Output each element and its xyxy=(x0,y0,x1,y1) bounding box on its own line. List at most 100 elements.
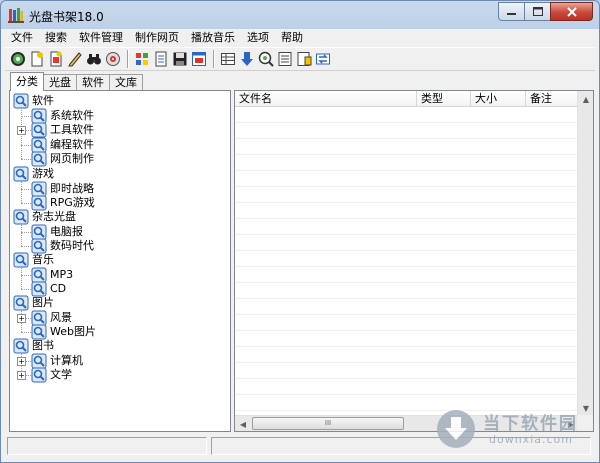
toolbar-save-button[interactable] xyxy=(171,50,189,68)
tree-node-books-0[interactable]: + 计算机 xyxy=(10,353,220,369)
tree-node-music[interactable]: 音乐 xyxy=(10,252,220,268)
maximize-button[interactable] xyxy=(524,2,550,21)
tree-node-label: 杂志光盘 xyxy=(32,210,76,223)
tree-node-magazines-0[interactable]: 电脑报 xyxy=(10,224,220,240)
watermark-url: downxia.com xyxy=(489,433,573,446)
tree-node-label: RPG游戏 xyxy=(50,196,95,210)
tree-node-books-1[interactable]: + 文学 xyxy=(10,367,220,383)
tree-node-label: MP3 xyxy=(50,267,74,281)
toolbar-cd-button[interactable] xyxy=(9,50,27,68)
tree-node-label: 图片 xyxy=(32,296,54,309)
bookshelf-app-icon xyxy=(8,8,24,23)
tree-node-label: 软件 xyxy=(32,94,54,107)
tree-node-software-3[interactable]: 网页制作 xyxy=(10,151,220,167)
tab-disc[interactable]: 光盘 xyxy=(43,74,77,91)
toolbar xyxy=(5,47,595,71)
watermark: 当下软件园 downxia.com xyxy=(433,406,593,452)
window-title: 光盘书架18.0 xyxy=(29,10,104,24)
tab-software[interactable]: 软件 xyxy=(76,74,110,91)
expand-plus-icon[interactable]: + xyxy=(17,371,26,381)
tree-node-label: 即时战略 xyxy=(50,181,94,195)
tree-node-label: 系统软件 xyxy=(50,108,94,122)
tree-node-pictures-0[interactable]: + 风景 xyxy=(10,310,220,326)
column-header-filename[interactable]: 文件名 xyxy=(235,91,417,107)
tree-node-pictures[interactable]: 图片 xyxy=(10,295,220,311)
tree-node-games[interactable]: 游戏 xyxy=(10,166,220,182)
tree-node-software-0[interactable]: 系统软件 xyxy=(10,108,220,124)
save-floppy-icon xyxy=(173,52,187,66)
title-bar[interactable]: 光盘书架18.0 xyxy=(1,1,599,29)
menu-make-webpage[interactable]: 制作网页 xyxy=(129,29,185,47)
toolbar-search-disc-button[interactable] xyxy=(257,50,275,68)
file-list[interactable]: 文件名 类型 大小 备注 ▲ ▼ ◀ III ▶ xyxy=(234,90,594,432)
toolbar-color-button[interactable] xyxy=(133,50,151,68)
scroll-left-arrow-icon[interactable]: ◀ xyxy=(235,416,251,431)
toolbar-download-button[interactable] xyxy=(238,50,256,68)
tree-node-music-1[interactable]: CD xyxy=(10,281,220,297)
watermark-title: 当下软件园 xyxy=(483,414,578,434)
toolbar-find-button[interactable] xyxy=(85,50,103,68)
tab-library[interactable]: 文库 xyxy=(109,74,143,91)
tree-node-software-1[interactable]: + 工具软件 xyxy=(10,122,220,138)
menu-search[interactable]: 搜索 xyxy=(39,29,73,47)
grid-color-icon xyxy=(136,53,148,65)
window-controls xyxy=(498,2,593,21)
expand-plus-icon[interactable]: + xyxy=(17,356,26,366)
horizontal-scroll-thumb[interactable]: III xyxy=(252,417,404,430)
refresh-swap-icon xyxy=(316,53,330,65)
tree-node-music-0[interactable]: MP3 xyxy=(10,267,220,283)
toolbar-open-button[interactable] xyxy=(47,50,65,68)
vertical-scrollbar[interactable]: ▲ ▼ xyxy=(577,91,593,416)
scroll-up-arrow-icon[interactable]: ▲ xyxy=(578,91,593,107)
list-body[interactable] xyxy=(235,107,579,416)
minimize-button[interactable] xyxy=(498,2,524,21)
toolbar-window-button[interactable] xyxy=(190,50,208,68)
menu-options[interactable]: 选项 xyxy=(241,29,275,47)
column-header-size[interactable]: 大小 xyxy=(471,91,526,107)
download-shield-icon xyxy=(437,410,475,448)
menu-software-manage[interactable]: 软件管理 xyxy=(73,29,129,47)
category-folder-icon xyxy=(13,93,29,109)
subcategory-icon xyxy=(31,310,47,326)
tree-node-label: 游戏 xyxy=(32,167,54,180)
expand-plus-icon[interactable]: + xyxy=(17,313,26,323)
toolbar-edit-button[interactable] xyxy=(66,50,84,68)
toolbar-help-button[interactable] xyxy=(295,50,313,68)
expand-plus-icon[interactable]: + xyxy=(17,126,26,136)
tree-node-software-2[interactable]: 编程软件 xyxy=(10,137,220,153)
toolbar-list-button[interactable] xyxy=(152,50,170,68)
tree-node-label: 音乐 xyxy=(32,253,54,266)
binoculars-icon xyxy=(87,54,101,65)
tree-node-magazines[interactable]: 杂志光盘 xyxy=(10,209,220,225)
tree-node-games-0[interactable]: 即时战略 xyxy=(10,181,220,197)
tree-node-pictures-1[interactable]: Web图片 xyxy=(10,324,220,340)
tree-node-label: 数码时代 xyxy=(50,239,94,253)
menu-help[interactable]: 帮助 xyxy=(275,29,309,47)
tab-category[interactable]: 分类 xyxy=(10,72,44,91)
tree-node-books[interactable]: 图书 xyxy=(10,338,220,354)
toolbar-table-button[interactable] xyxy=(219,50,237,68)
menu-play-music[interactable]: 播放音乐 xyxy=(185,29,241,47)
subcategory-icon xyxy=(31,281,47,297)
search-disc-icon xyxy=(258,51,274,67)
menu-file[interactable]: 文件 xyxy=(5,29,39,47)
tree-node-label: 图书 xyxy=(32,339,54,352)
close-button[interactable] xyxy=(550,2,593,21)
tree-node-label: 文学 xyxy=(50,368,72,382)
tree-node-games-1[interactable]: RPG游戏 xyxy=(10,195,220,211)
category-folder-icon xyxy=(13,295,29,311)
toolbar-refresh-button[interactable] xyxy=(314,50,332,68)
open-doc-icon xyxy=(50,51,62,67)
category-folder-icon xyxy=(13,209,29,225)
toolbar-new-button[interactable] xyxy=(28,50,46,68)
category-folder-icon xyxy=(13,166,29,182)
toolbar-scan-button[interactable] xyxy=(104,50,122,68)
toolbar-checklist-button[interactable] xyxy=(276,50,294,68)
cd-icon xyxy=(11,52,25,66)
tree-node-software[interactable]: 软件 xyxy=(10,93,220,109)
menu-bar: 文件 搜索 软件管理 制作网页 播放音乐 选项 帮助 xyxy=(5,29,595,47)
category-tree[interactable]: 软件 系统软件 + 工具软件 编程软件 网页制作 游戏 即时战略 RPG游戏 杂志光盘 电脑报 数码时… xyxy=(9,90,231,432)
tree-node-magazines-1[interactable]: 数码时代 xyxy=(10,238,220,254)
subcategory-icon xyxy=(31,353,47,369)
column-header-type[interactable]: 类型 xyxy=(417,91,471,107)
